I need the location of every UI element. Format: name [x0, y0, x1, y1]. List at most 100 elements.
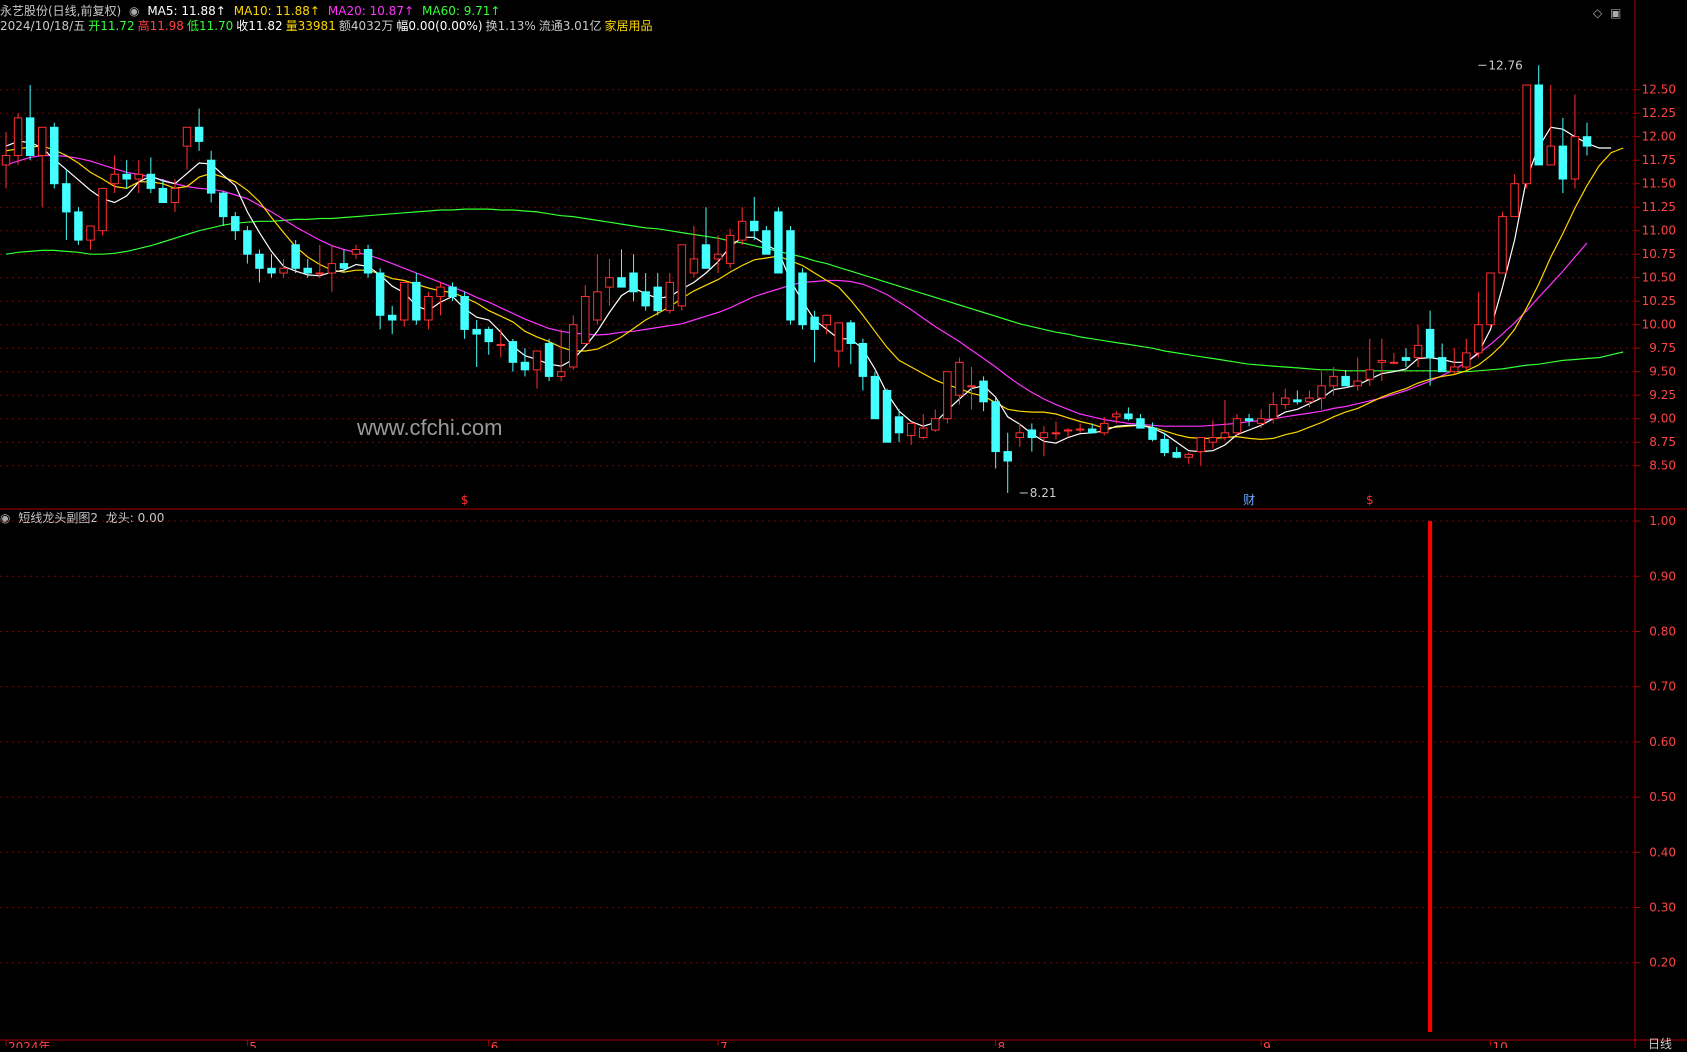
candle-body	[1474, 324, 1483, 354]
candle-body	[1341, 375, 1350, 387]
candle-body	[424, 296, 433, 321]
candle	[98, 187, 107, 236]
candle	[25, 85, 35, 161]
candle	[725, 228, 735, 269]
candle	[327, 244, 337, 292]
price-annotation: 8.21	[1030, 486, 1057, 500]
candle	[387, 305, 397, 335]
moving-average-lines	[5, 126, 1624, 453]
candle	[931, 409, 940, 432]
candle-body	[955, 361, 964, 396]
candle-body	[725, 234, 735, 265]
candle-body	[243, 230, 252, 255]
price-tick-label: 11.25	[1642, 200, 1676, 214]
price-tick-label: 8.75	[1649, 435, 1676, 449]
candle-body	[858, 343, 868, 377]
candle-body	[1075, 428, 1085, 431]
price-tick-label: 10.50	[1642, 271, 1676, 285]
candle-body	[918, 427, 928, 439]
signal-bar	[1428, 521, 1433, 1032]
candle-body	[1003, 451, 1012, 462]
candle-body	[532, 350, 542, 371]
candle-body	[593, 291, 602, 321]
candle-body	[931, 418, 940, 431]
candle-body	[194, 126, 204, 142]
event-marker: $	[1366, 493, 1374, 507]
candle-body	[1486, 272, 1495, 326]
candle	[146, 157, 156, 194]
price-annotation: 12.76	[1488, 58, 1522, 72]
candle-body	[689, 258, 699, 274]
candle	[918, 414, 928, 440]
candle-body	[1293, 399, 1302, 403]
candle	[50, 122, 59, 189]
candle	[243, 226, 252, 264]
candle-body	[581, 296, 590, 344]
candle-body	[1401, 357, 1411, 361]
candle	[701, 207, 711, 269]
candle-body	[991, 401, 1000, 453]
candle-body	[206, 159, 216, 194]
candle	[484, 326, 493, 355]
stock-chart[interactable]: 12.768.21 $ 财 $ 12.5012.2512.0011.7511.501…	[0, 0, 1687, 1048]
candle	[1281, 388, 1290, 410]
candle-body	[774, 211, 783, 274]
candle	[1220, 399, 1230, 441]
indicator-tick-label: 0.80	[1649, 624, 1676, 638]
candle-body	[339, 263, 349, 269]
candle-body	[1124, 413, 1133, 420]
indicator-tick-label: 1.00	[1649, 514, 1676, 528]
candle-body	[1522, 84, 1531, 185]
candle-body	[520, 361, 530, 371]
candle-body	[448, 286, 457, 298]
candle	[544, 338, 554, 382]
candle-body	[967, 385, 976, 388]
price-annotations: 12.76 8.21	[1019, 58, 1523, 500]
date-label: 10	[1492, 1040, 1507, 1048]
candle	[882, 388, 892, 443]
candle-body	[1039, 432, 1049, 438]
price-axis: 12.50 12.25 12.00 11.75 11.50 11.25 11.00 10.75…	[1635, 83, 1676, 473]
candle	[568, 315, 578, 370]
indicator-tick-label: 0.20	[1649, 956, 1676, 970]
candle-body	[484, 328, 493, 343]
candle-body	[894, 416, 904, 434]
candle	[1486, 272, 1495, 327]
candle	[894, 409, 904, 443]
date-label: 6	[491, 1040, 499, 1048]
candle	[1, 132, 11, 189]
candle	[774, 207, 783, 274]
period-label[interactable]: 日线	[1648, 1035, 1672, 1052]
candle	[1184, 452, 1193, 464]
candle-body	[496, 343, 506, 346]
candle-body	[870, 375, 880, 420]
candle-body	[882, 390, 892, 443]
indicator-tick-label: 0.90	[1649, 569, 1676, 583]
candle	[798, 268, 807, 330]
candle-body	[1184, 453, 1193, 458]
candle-body	[1365, 369, 1375, 380]
candle-body	[544, 343, 554, 377]
candle	[955, 357, 964, 405]
candle	[1232, 414, 1242, 436]
candle	[605, 258, 614, 306]
event-marker: $	[461, 493, 469, 507]
candle	[1136, 414, 1145, 429]
candle-body	[1305, 397, 1314, 403]
candle-body	[182, 126, 192, 147]
candle-body	[1160, 438, 1169, 454]
candle	[991, 398, 1000, 469]
candle-body	[906, 422, 916, 437]
candle	[762, 226, 771, 255]
candle	[158, 179, 168, 203]
candle	[810, 310, 819, 363]
candle-body	[255, 253, 264, 269]
candle-body	[400, 281, 409, 321]
candle-body	[1148, 427, 1157, 440]
candle-body	[363, 249, 373, 274]
candle-body	[1437, 357, 1447, 373]
candle-body	[158, 187, 168, 203]
candle-body	[122, 173, 131, 180]
candle-body	[86, 225, 95, 241]
candle-body	[315, 272, 325, 275]
